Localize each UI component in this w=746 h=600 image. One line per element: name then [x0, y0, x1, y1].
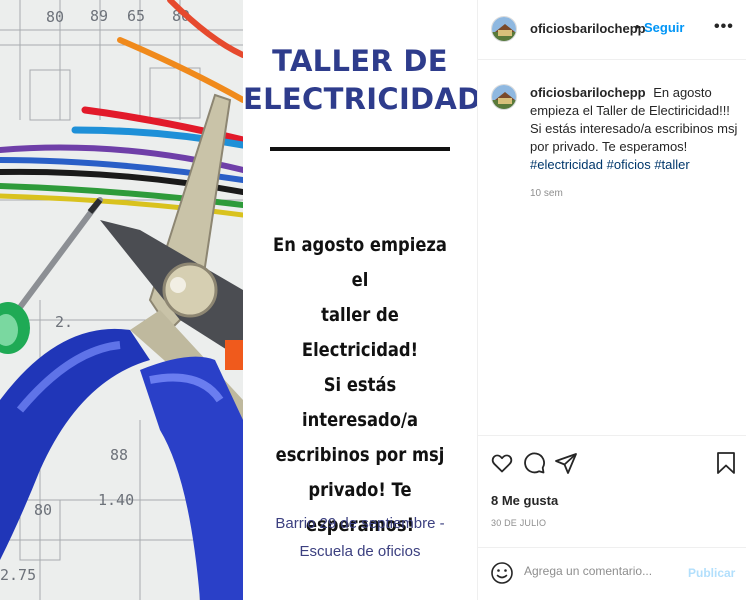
- post-date[interactable]: 30 DE JULIO: [491, 518, 546, 528]
- bookmark-icon[interactable]: [714, 451, 738, 475]
- flyer-footer: Barrio 29 de septiembre - Escuela de ofi…: [275, 515, 445, 560]
- flyer-divider: [270, 147, 450, 151]
- post-sidebar: oficiosbarilochepp • Seguir ••• oficiosb…: [477, 0, 746, 600]
- tools-photo: 80 89 65 80 2. 88 1.40 80 TL 2.75: [0, 0, 243, 600]
- caption-username[interactable]: oficiosbarilochepp: [530, 85, 646, 100]
- separator-dot: •: [635, 19, 640, 34]
- follow-button[interactable]: Seguir: [644, 20, 684, 35]
- flyer-panel: TALLER DE ELECTRICIDAD En agosto empieza…: [243, 0, 477, 600]
- likes-count[interactable]: 8 Me gusta: [491, 493, 558, 508]
- blueprint-number: 1.40: [98, 491, 134, 509]
- hashtag-link[interactable]: #oficios: [607, 157, 651, 172]
- share-icon[interactable]: [554, 451, 578, 475]
- comment-bar: Publicar: [478, 548, 746, 600]
- flyer-title: TALLER DE ELECTRICIDAD: [243, 42, 477, 118]
- heart-icon[interactable]: [490, 451, 514, 475]
- flyer-message: En agosto empieza el taller de Electrici…: [273, 234, 447, 536]
- hashtag-link[interactable]: #taller: [654, 157, 689, 172]
- hashtag-link[interactable]: #electricidad: [530, 157, 603, 172]
- caption-timestamp[interactable]: 10 sem: [530, 188, 563, 199]
- avatar[interactable]: [491, 16, 517, 42]
- blueprint-number: 88: [110, 446, 128, 464]
- blueprint-number: 80: [46, 8, 64, 26]
- post-header: oficiosbarilochepp • Seguir •••: [478, 0, 746, 60]
- caption-text: oficiosbarilochepp En agosto empieza el …: [530, 84, 738, 174]
- blueprint-number: 80: [34, 501, 52, 519]
- comment-input[interactable]: [524, 564, 674, 578]
- publish-button[interactable]: Publicar: [688, 566, 735, 580]
- post-actions: 8 Me gusta 30 DE JULIO: [478, 436, 746, 548]
- more-options-icon[interactable]: •••: [714, 18, 734, 36]
- post-image[interactable]: 80 89 65 80 2. 88 1.40 80 TL 2.75: [0, 0, 477, 600]
- emoji-icon[interactable]: [490, 561, 514, 585]
- flyer-title-line: TALLER DE: [272, 44, 448, 78]
- blueprint-number: 2.75: [0, 566, 36, 584]
- author-username[interactable]: oficiosbarilochepp: [530, 21, 646, 36]
- avatar[interactable]: [491, 84, 517, 110]
- blueprint-number: 65: [127, 7, 145, 25]
- flyer-title-line: ELECTRICIDAD: [243, 82, 477, 116]
- post-caption: oficiosbarilochepp En agosto empieza el …: [478, 60, 746, 436]
- blueprint-number: 2.: [55, 313, 73, 331]
- blueprint-number: 89: [90, 7, 108, 25]
- comment-icon[interactable]: [522, 451, 546, 475]
